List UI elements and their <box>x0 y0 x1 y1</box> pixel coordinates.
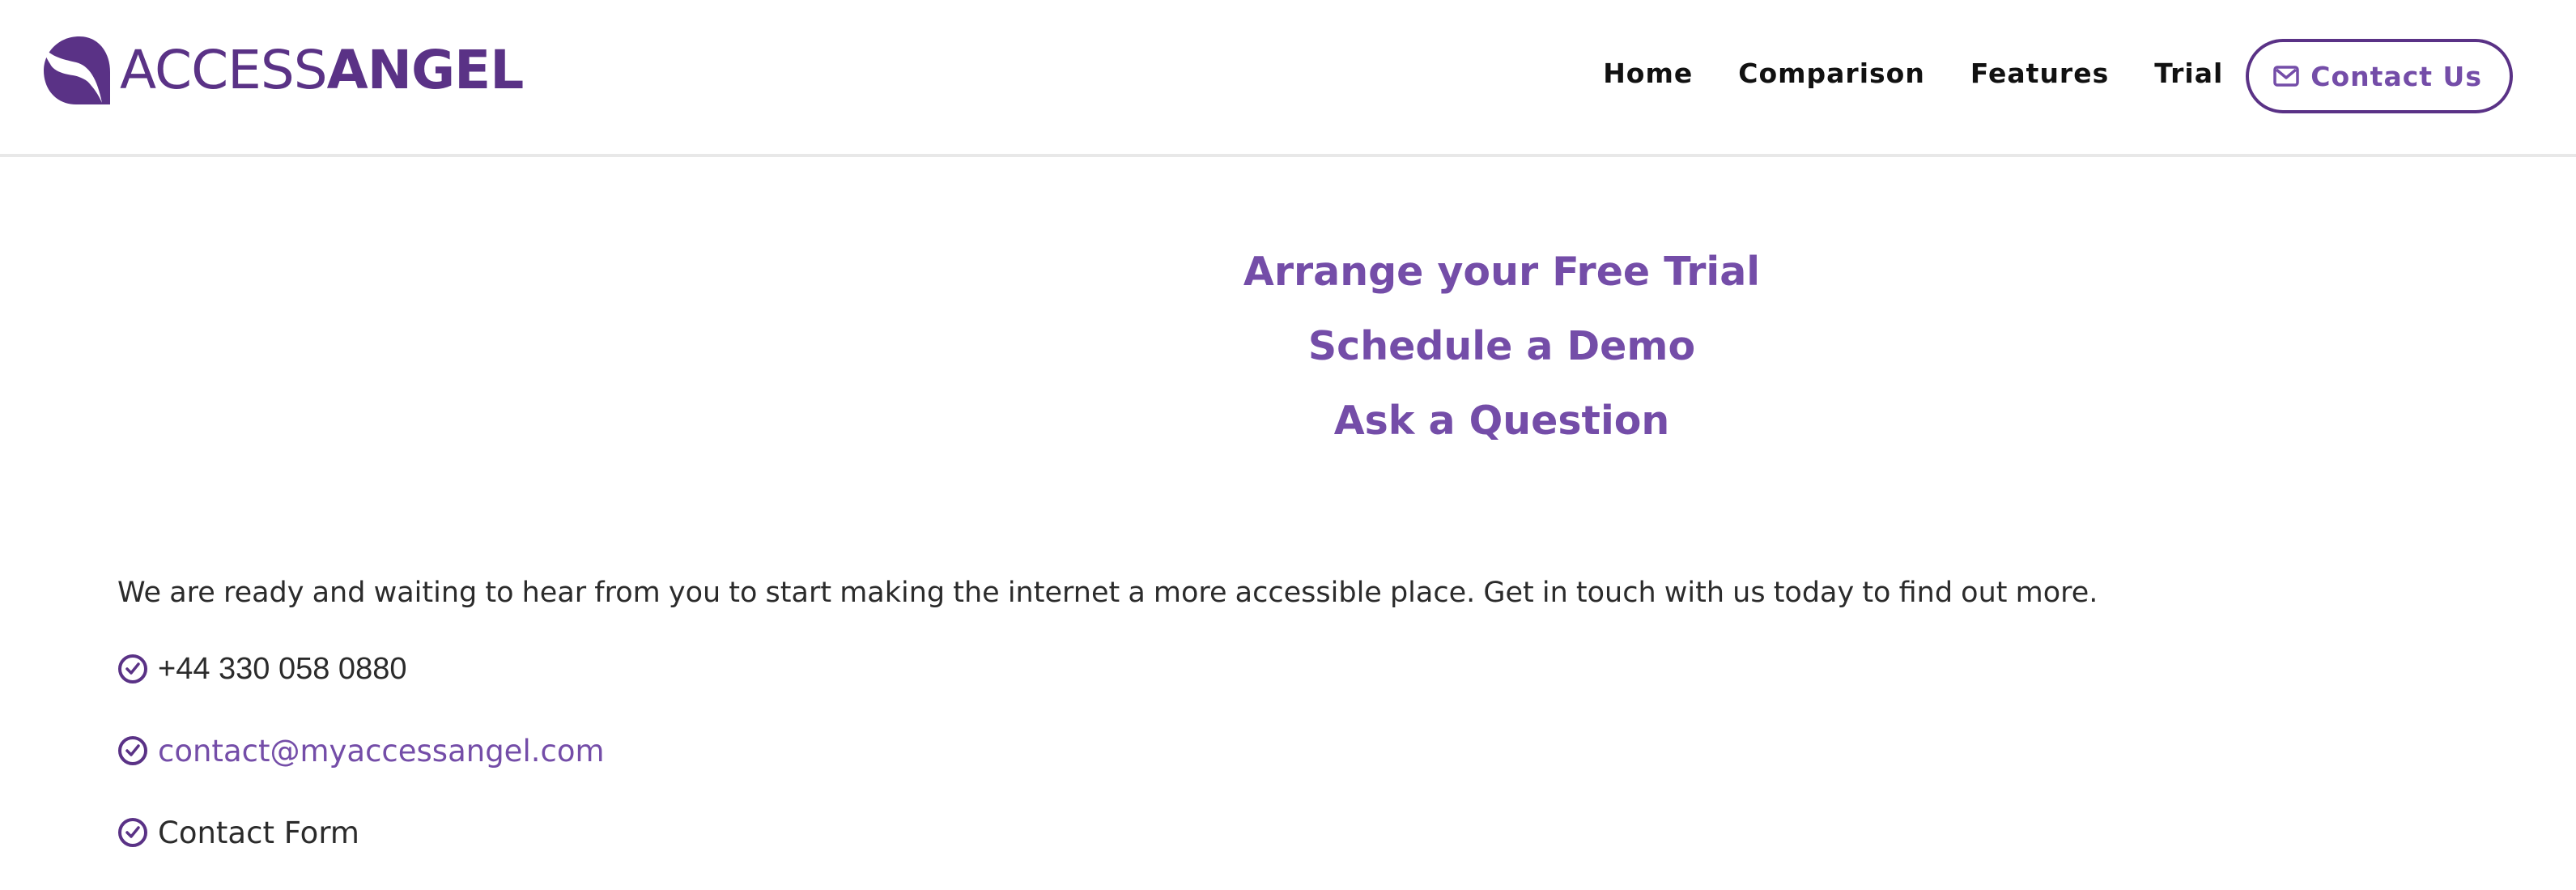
nav-comparison[interactable]: Comparison <box>1738 57 1925 89</box>
cta-schedule-demo[interactable]: Schedule a Demo <box>1308 309 1695 384</box>
contact-list: +44 330 058 0880 contact@myaccessangel.c… <box>117 645 605 890</box>
check-circle-icon <box>118 818 147 847</box>
nav-home[interactable]: Home <box>1603 57 1693 89</box>
contact-item-form: Contact Form <box>117 808 605 857</box>
check-circle-icon <box>118 736 147 765</box>
main-nav: Home Comparison Features Trial Contact U… <box>1603 36 2513 117</box>
site-header: ACCESSANGEL Home Comparison Features Tri… <box>0 0 2576 157</box>
cta-free-trial[interactable]: Arrange your Free Trial <box>1243 235 1760 309</box>
phone-number: +44 330 058 0880 <box>158 651 407 686</box>
contact-us-button[interactable]: Contact Us <box>2246 39 2513 113</box>
envelope-icon <box>2273 66 2300 87</box>
nav-features[interactable]: Features <box>1970 57 2109 89</box>
logo-text-light: ACCESS <box>120 39 328 101</box>
contact-us-label: Contact Us <box>2310 60 2482 92</box>
angel-wing-icon <box>42 36 110 104</box>
logo-text-bold: ANGEL <box>326 39 525 101</box>
contact-item-phone: +44 330 058 0880 <box>117 645 605 693</box>
logo-link[interactable]: ACCESSANGEL <box>40 34 524 107</box>
cta-ask-question[interactable]: Ask a Question <box>1334 384 1670 458</box>
email-link[interactable]: contact@myaccessangel.com <box>158 734 605 769</box>
contact-item-email: contact@myaccessangel.com <box>117 726 605 775</box>
intro-text: We are ready and waiting to hear from yo… <box>117 577 2098 609</box>
nav-trial[interactable]: Trial <box>2154 57 2223 89</box>
cta-section: Arrange your Free Trial Schedule a Demo … <box>0 235 2576 458</box>
check-circle-icon <box>118 654 147 683</box>
contact-form-label: Contact Form <box>158 815 359 850</box>
logo-text: ACCESSANGEL <box>120 44 524 97</box>
